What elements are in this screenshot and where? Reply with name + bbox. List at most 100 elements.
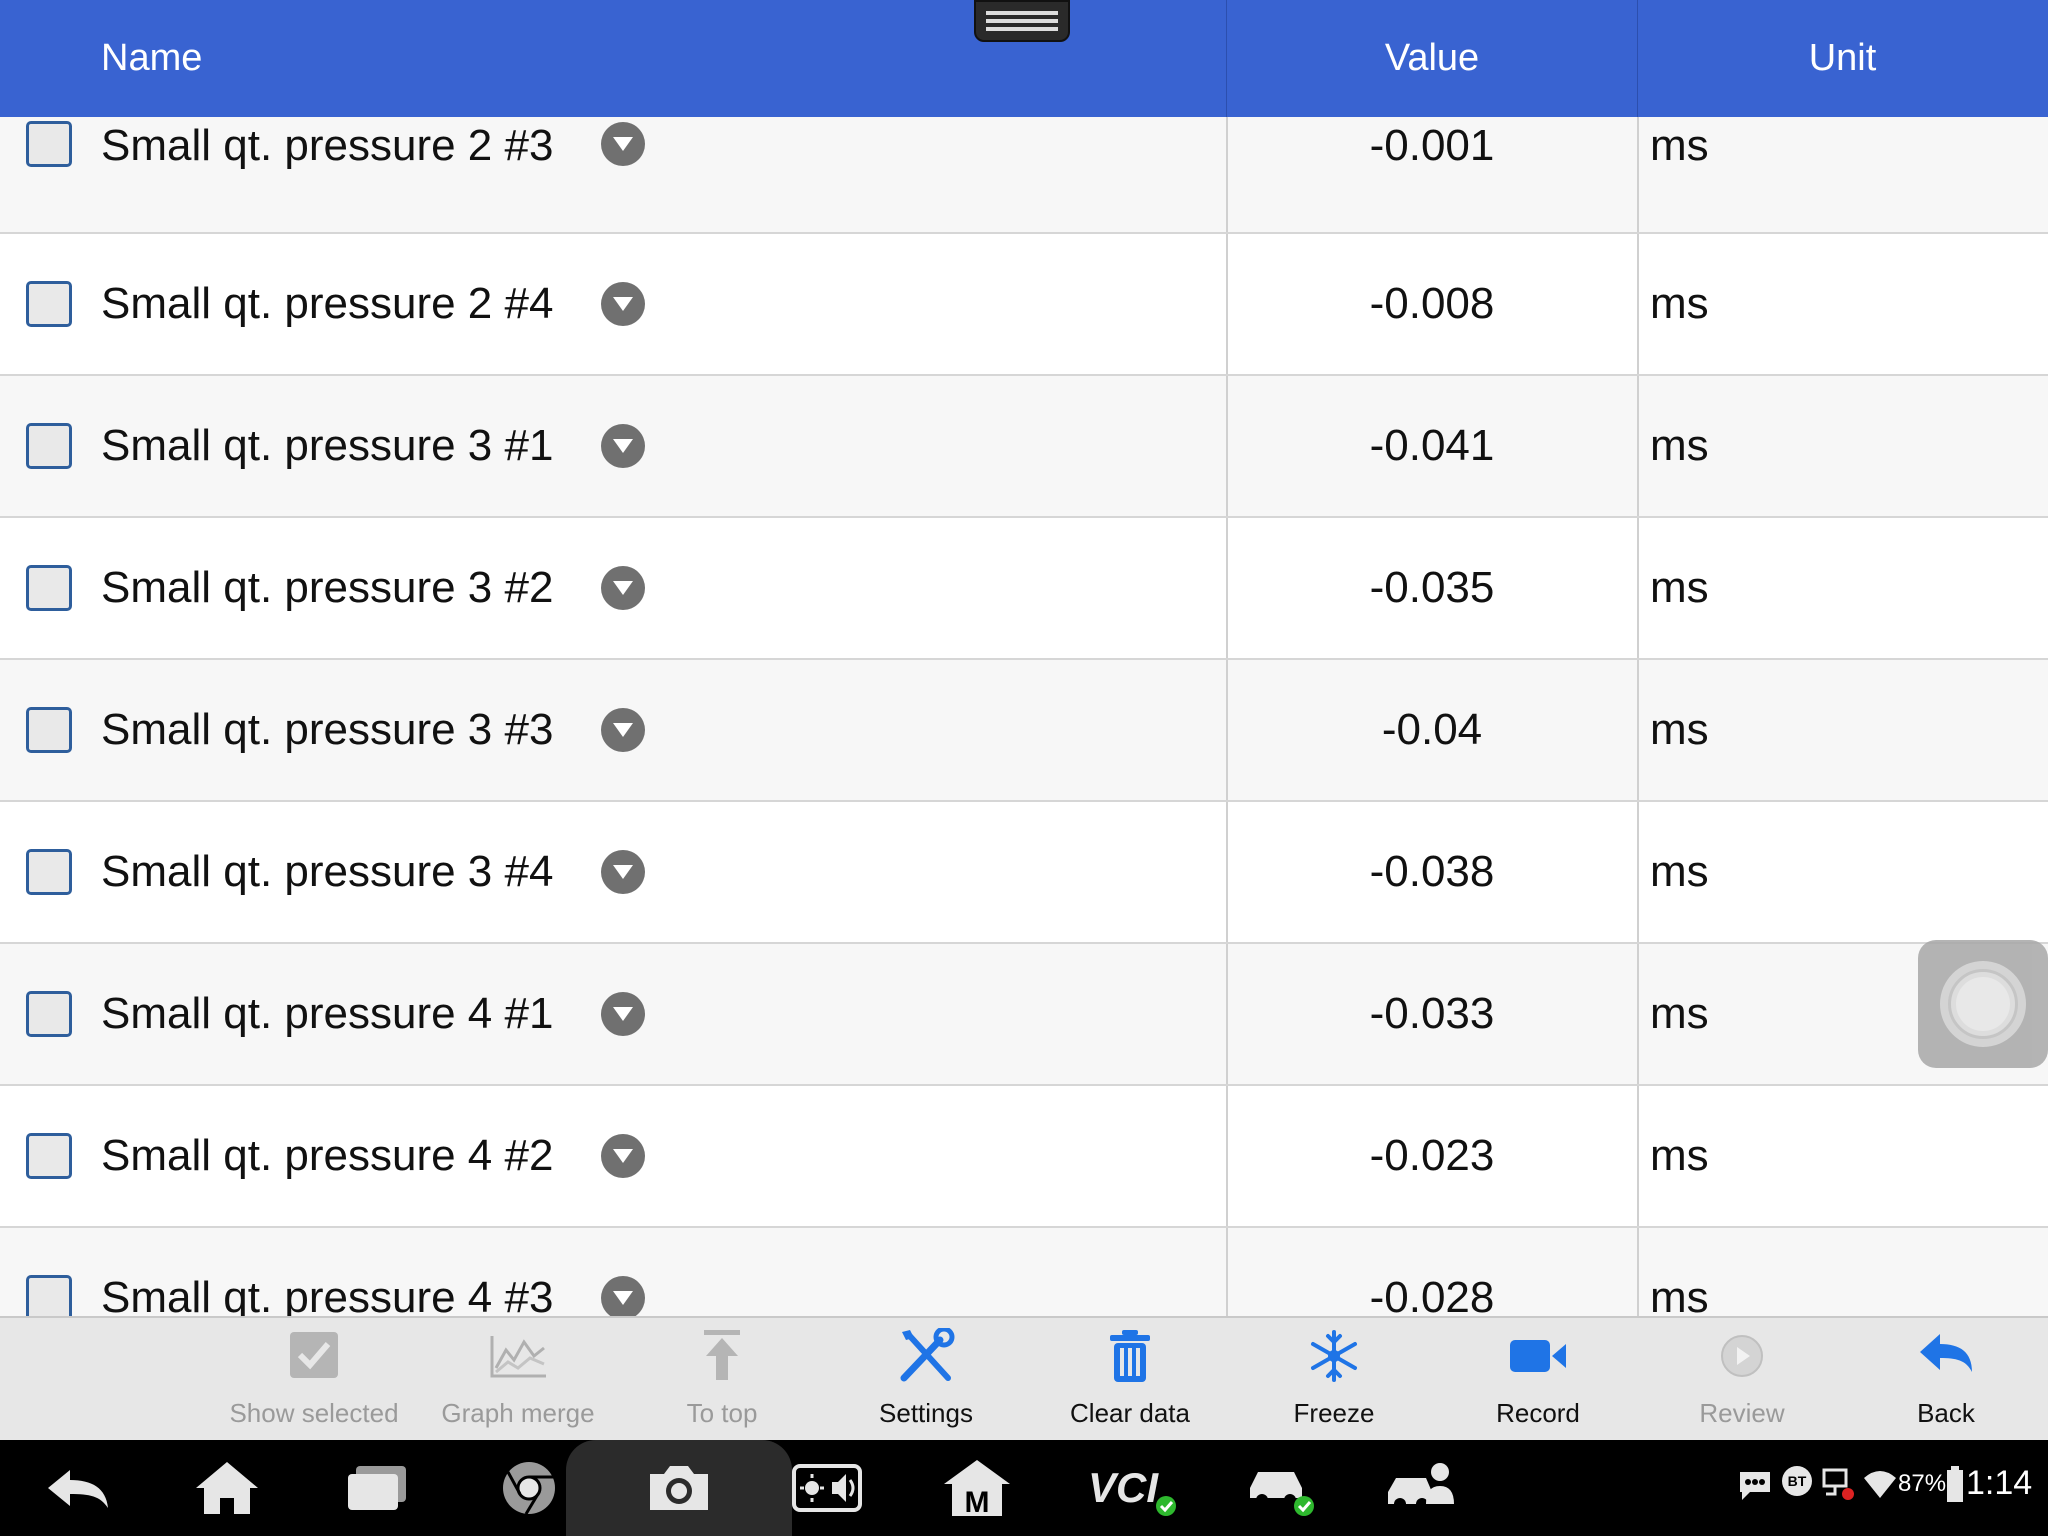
row-value: -0.001: [1369, 121, 1495, 170]
table-row[interactable]: Small qt. pressure 4 #2 -0.023 ms: [0, 1086, 2048, 1228]
table-row[interactable]: Small qt. pressure 2 #4 -0.008 ms: [0, 234, 2048, 376]
data-stream-table[interactable]: Small qt. pressure 2 #3 -0.001 ms Small …: [0, 117, 2048, 1316]
vehicle-connected-icon[interactable]: [1246, 1458, 1316, 1518]
row-value: -0.041: [1369, 421, 1495, 470]
row-checkbox[interactable]: [26, 423, 72, 469]
bluetooth-badge: BT: [1782, 1466, 1812, 1496]
svg-text:M: M: [965, 1486, 990, 1518]
brightness-volume-icon[interactable]: [792, 1458, 862, 1518]
graph-merge-icon: [490, 1336, 546, 1378]
tools-icon: [900, 1328, 955, 1382]
arrow-to-top-icon: [704, 1330, 740, 1380]
table-row[interactable]: Small qt. pressure 3 #2 -0.035 ms: [0, 518, 2048, 660]
row-unit: ms: [1650, 847, 1709, 896]
row-unit: ms: [1650, 1131, 1709, 1180]
review-button[interactable]: Review: [1652, 1318, 1832, 1442]
nav-back-icon[interactable]: [44, 1458, 114, 1518]
column-header-value: Value: [1384, 37, 1480, 79]
row-checkbox[interactable]: [26, 991, 72, 1037]
row-checkbox[interactable]: [26, 121, 72, 167]
to-top-button[interactable]: To top: [632, 1318, 812, 1442]
row-name: Small qt. pressure 4 #2: [101, 1131, 554, 1180]
vci-status-icon[interactable]: VCI: [1086, 1458, 1182, 1518]
play-circle-icon: [1721, 1335, 1763, 1377]
show-selected-button[interactable]: Show selected: [224, 1318, 404, 1442]
dropdown-arrow-icon[interactable]: [601, 708, 645, 752]
row-checkbox[interactable]: [26, 707, 72, 753]
column-header-unit: Unit: [1808, 37, 1877, 79]
table-row[interactable]: Small qt. pressure 3 #3 -0.04 ms: [0, 660, 2048, 802]
freeze-label: Freeze: [1293, 1398, 1375, 1428]
wifi-icon: [1864, 1471, 1896, 1498]
row-checkbox[interactable]: [26, 1133, 72, 1179]
row-checkbox[interactable]: [26, 849, 72, 895]
network-disconnected-icon: [1822, 1468, 1854, 1500]
graph-merge-button[interactable]: Graph merge: [428, 1318, 608, 1442]
dropdown-arrow-icon[interactable]: [601, 850, 645, 894]
drag-handle-icon[interactable]: [974, 0, 1070, 42]
message-icon: [1740, 1472, 1770, 1500]
settings-label: Settings: [879, 1398, 973, 1428]
row-unit: ms: [1650, 121, 1709, 170]
table-header: Name Value Unit: [0, 0, 2048, 117]
row-name: Small qt. pressure 3 #3: [101, 705, 554, 754]
row-name: Small qt. pressure 2 #3: [101, 121, 554, 170]
table-row[interactable]: Small qt. pressure 3 #1 -0.041 ms: [0, 376, 2048, 518]
chrome-icon[interactable]: [494, 1458, 564, 1518]
back-label: Back: [1917, 1398, 1975, 1428]
row-checkbox[interactable]: [26, 565, 72, 611]
trash-icon: [1110, 1330, 1150, 1382]
row-value: -0.035: [1369, 563, 1495, 612]
dropdown-arrow-icon[interactable]: [601, 566, 645, 610]
maxisys-home-icon[interactable]: M: [942, 1458, 1012, 1518]
row-value: -0.028: [1369, 1273, 1495, 1316]
clear-data-label: Clear data: [1070, 1398, 1190, 1428]
table-row[interactable]: Small qt. pressure 4 #1 -0.033 ms: [0, 944, 2048, 1086]
row-name: Small qt. pressure 4 #1: [101, 989, 554, 1038]
screenshot-camera-icon[interactable]: [644, 1458, 714, 1518]
row-value: -0.023: [1369, 1131, 1495, 1180]
table-row[interactable]: Small qt. pressure 4 #3 -0.028 ms: [0, 1228, 2048, 1316]
dropdown-arrow-icon[interactable]: [601, 122, 645, 166]
status-bar: BT 87% 1:14: [1738, 1462, 2038, 1514]
back-button[interactable]: Back: [1856, 1318, 2036, 1442]
system-nav-bar: M VCI BT 87% 1:14: [0, 1440, 2048, 1536]
table-row[interactable]: Small qt. pressure 2 #3 -0.001 ms: [0, 117, 2048, 234]
graph-merge-label: Graph merge: [441, 1398, 595, 1428]
dropdown-arrow-icon[interactable]: [601, 1276, 645, 1316]
settings-button[interactable]: Settings: [836, 1318, 1016, 1442]
row-unit: ms: [1650, 279, 1709, 328]
row-checkbox[interactable]: [26, 281, 72, 327]
nav-home-icon[interactable]: [192, 1458, 262, 1518]
battery-icon: [1947, 1466, 1963, 1502]
row-value: -0.033: [1369, 989, 1495, 1038]
clear-data-button[interactable]: Clear data: [1040, 1318, 1220, 1442]
dropdown-arrow-icon[interactable]: [601, 282, 645, 326]
row-value: -0.038: [1369, 847, 1495, 896]
dropdown-arrow-icon[interactable]: [601, 1134, 645, 1178]
row-unit: ms: [1650, 563, 1709, 612]
dropdown-arrow-icon[interactable]: [601, 424, 645, 468]
remote-expert-icon[interactable]: [1386, 1458, 1456, 1518]
dropdown-arrow-icon[interactable]: [601, 992, 645, 1036]
row-value: -0.008: [1369, 279, 1495, 328]
record-label: Record: [1496, 1398, 1580, 1428]
svg-text:VCI: VCI: [1088, 1464, 1159, 1511]
freeze-button[interactable]: Freeze: [1244, 1318, 1424, 1442]
action-toolbar: Show selected Graph merge To top Setting…: [0, 1316, 2048, 1440]
record-button[interactable]: Record: [1448, 1318, 1628, 1442]
checkbox-checked-icon: [290, 1332, 338, 1378]
column-header-name: Name: [101, 37, 203, 79]
review-label: Review: [1699, 1398, 1785, 1428]
snowflake-icon: [1311, 1330, 1357, 1382]
to-top-label: To top: [686, 1398, 758, 1428]
nav-recent-apps-icon[interactable]: [342, 1458, 412, 1518]
row-checkbox[interactable]: [26, 1275, 72, 1316]
row-name: Small qt. pressure 3 #2: [101, 563, 554, 612]
table-row[interactable]: Small qt. pressure 3 #4 -0.038 ms: [0, 802, 2048, 944]
row-unit: ms: [1650, 705, 1709, 754]
row-name: Small qt. pressure 3 #4: [101, 847, 554, 896]
row-unit: ms: [1650, 421, 1709, 470]
row-name: Small qt. pressure 3 #1: [101, 421, 554, 470]
assistive-touch-button[interactable]: [1918, 940, 2048, 1068]
